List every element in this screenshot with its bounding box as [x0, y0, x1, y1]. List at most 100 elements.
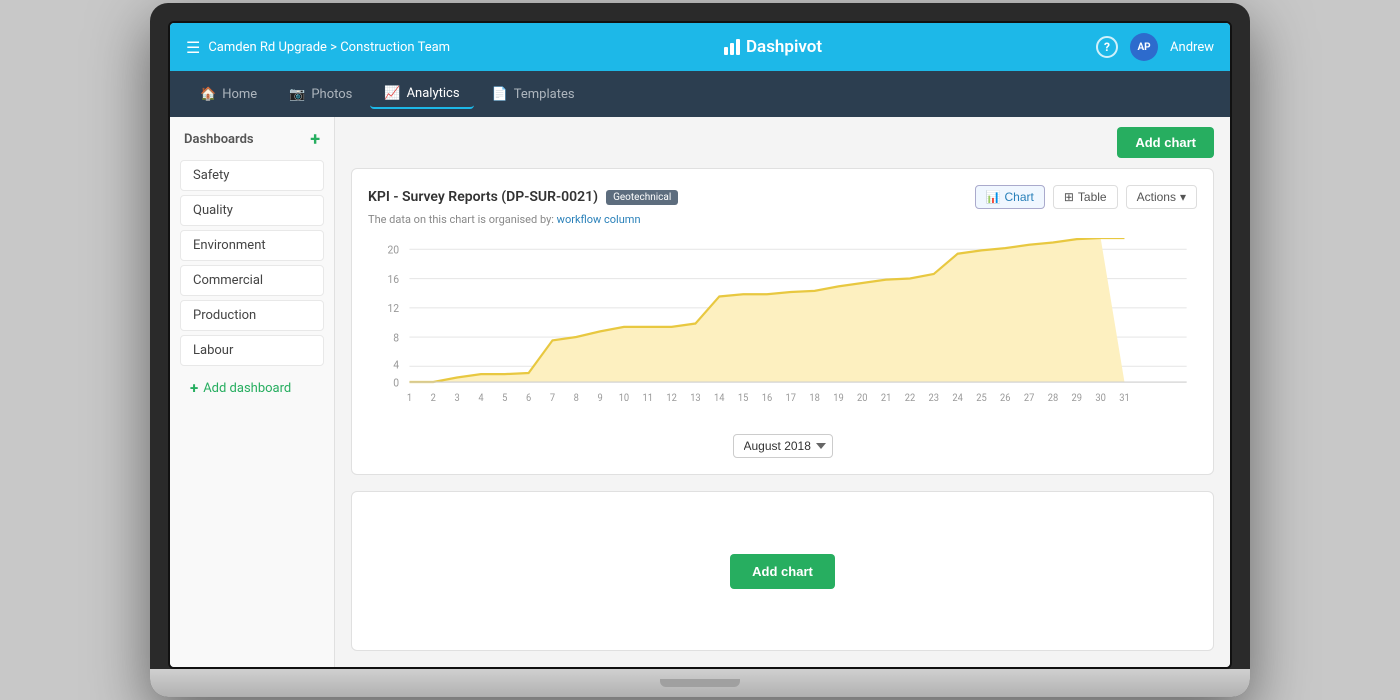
chart-container: 0 4 8 12 16 20	[368, 238, 1197, 422]
svg-text:12: 12	[387, 302, 399, 316]
svg-text:12: 12	[666, 393, 677, 404]
top-bar-right: ? AP Andrew	[1096, 33, 1214, 61]
svg-text:3: 3	[454, 393, 459, 404]
chart-title-row: KPI - Survey Reports (DP-SUR-0021) Geote…	[368, 189, 678, 205]
add-dashboard-plus-icon[interactable]: +	[310, 129, 320, 150]
chart-card: KPI - Survey Reports (DP-SUR-0021) Geote…	[351, 168, 1214, 475]
add-chart-center-button[interactable]: Add chart	[730, 554, 835, 589]
svg-text:20: 20	[857, 393, 867, 404]
top-bar: ☰ Camden Rd Upgrade > Construction Team …	[170, 23, 1230, 71]
add-chart-button[interactable]: Add chart	[1117, 127, 1214, 158]
actions-button[interactable]: Actions ▾	[1126, 185, 1197, 209]
photos-icon: 📷	[289, 87, 305, 102]
user-name: Andrew	[1170, 40, 1214, 55]
sidebar-item-environment[interactable]: Environment	[180, 230, 324, 261]
laptop-screen: ☰ Camden Rd Upgrade > Construction Team …	[168, 21, 1232, 669]
sidebar-header: Dashboards +	[180, 129, 324, 150]
content-header: Add chart	[335, 117, 1230, 168]
sidebar-item-safety[interactable]: Safety	[180, 160, 324, 191]
svg-text:30: 30	[1095, 393, 1105, 404]
breadcrumb: Camden Rd Upgrade > Construction Team	[208, 40, 450, 55]
table-icon: ⊞	[1064, 190, 1074, 204]
svg-text:13: 13	[690, 393, 700, 404]
templates-icon: 📄	[492, 87, 508, 102]
svg-text:24: 24	[952, 393, 963, 404]
svg-text:5: 5	[502, 393, 508, 404]
svg-text:4: 4	[478, 393, 484, 404]
svg-text:28: 28	[1048, 393, 1058, 404]
chart-svg: 0 4 8 12 16 20	[368, 238, 1197, 418]
svg-text:18: 18	[809, 393, 819, 404]
svg-text:8: 8	[574, 393, 579, 404]
logo-bar-1	[724, 47, 728, 55]
nav-item-home[interactable]: 🏠 Home	[186, 81, 271, 108]
svg-text:9: 9	[598, 393, 603, 404]
chart-card-header: KPI - Survey Reports (DP-SUR-0021) Geote…	[368, 185, 1197, 209]
svg-text:16: 16	[387, 273, 399, 287]
svg-text:27: 27	[1024, 393, 1035, 404]
svg-text:1: 1	[407, 393, 412, 404]
svg-text:19: 19	[833, 393, 843, 404]
chart-title: KPI - Survey Reports (DP-SUR-0021)	[368, 189, 598, 205]
svg-text:2: 2	[431, 393, 437, 404]
home-icon: 🏠	[200, 87, 216, 102]
sidebar-item-production[interactable]: Production	[180, 300, 324, 331]
svg-text:21: 21	[881, 393, 891, 404]
geo-badge: Geotechnical	[606, 190, 678, 205]
svg-text:11: 11	[643, 393, 653, 404]
svg-text:7: 7	[550, 393, 556, 404]
workflow-column-link[interactable]: workflow column	[557, 213, 641, 226]
logo-bar-3	[736, 39, 740, 55]
sidebar-item-commercial[interactable]: Commercial	[180, 265, 324, 296]
hamburger-icon[interactable]: ☰	[186, 38, 200, 57]
top-bar-left: ☰ Camden Rd Upgrade > Construction Team	[186, 38, 450, 57]
svg-text:15: 15	[738, 393, 749, 404]
chevron-down-icon: ▾	[1180, 190, 1186, 204]
svg-text:17: 17	[786, 393, 797, 404]
nav-item-photos[interactable]: 📷 Photos	[275, 81, 366, 108]
add-dashboard-button[interactable]: + Add dashboard	[180, 372, 324, 404]
add-dashboard-plus-btn-icon: +	[190, 379, 198, 397]
svg-text:4: 4	[393, 358, 399, 372]
top-bar-center: Dashpivot	[724, 37, 822, 57]
chart-subtitle: The data on this chart is organised by: …	[368, 213, 1197, 226]
svg-text:26: 26	[1000, 393, 1010, 404]
laptop-frame: ☰ Camden Rd Upgrade > Construction Team …	[150, 3, 1250, 697]
content-area: Add chart KPI - Survey Reports (DP-SUR-0…	[335, 117, 1230, 667]
svg-text:0: 0	[393, 376, 399, 390]
nav-item-templates[interactable]: 📄 Templates	[478, 81, 589, 108]
svg-text:20: 20	[387, 243, 399, 257]
svg-text:14: 14	[714, 393, 725, 404]
sidebar-item-labour[interactable]: Labour	[180, 335, 324, 366]
laptop-notch	[660, 679, 740, 687]
laptop-base	[150, 669, 1250, 697]
chart-icon: 📊	[986, 190, 1001, 204]
nav-bar: 🏠 Home 📷 Photos 📈 Analytics 📄 Templates	[170, 71, 1230, 117]
svg-text:8: 8	[393, 331, 399, 345]
nav-item-analytics[interactable]: 📈 Analytics	[370, 80, 473, 109]
analytics-icon: 📈	[384, 86, 400, 101]
svg-text:25: 25	[976, 393, 987, 404]
svg-text:31: 31	[1119, 393, 1129, 404]
month-selector: August 2018	[368, 434, 1197, 458]
help-icon[interactable]: ?	[1096, 36, 1118, 58]
brand-name: Dashpivot	[746, 37, 822, 57]
sidebar-title: Dashboards	[184, 132, 254, 147]
svg-text:29: 29	[1072, 393, 1082, 404]
chart-controls: 📊 Chart ⊞ Table Actions ▾	[975, 185, 1197, 209]
empty-chart-card: Add chart	[351, 491, 1214, 651]
svg-text:23: 23	[929, 393, 939, 404]
chart-view-button[interactable]: 📊 Chart	[975, 185, 1045, 209]
main-content: Dashboards + Safety Quality Environment …	[170, 117, 1230, 667]
month-dropdown[interactable]: August 2018	[733, 434, 833, 458]
svg-text:22: 22	[905, 393, 916, 404]
svg-text:6: 6	[526, 393, 531, 404]
svg-text:10: 10	[619, 393, 629, 404]
table-view-button[interactable]: ⊞ Table	[1053, 185, 1118, 209]
sidebar-item-quality[interactable]: Quality	[180, 195, 324, 226]
avatar: AP	[1130, 33, 1158, 61]
sidebar: Dashboards + Safety Quality Environment …	[170, 117, 335, 667]
logo-bar-2	[730, 43, 734, 55]
brand-logo	[724, 39, 740, 55]
svg-text:16: 16	[762, 393, 772, 404]
